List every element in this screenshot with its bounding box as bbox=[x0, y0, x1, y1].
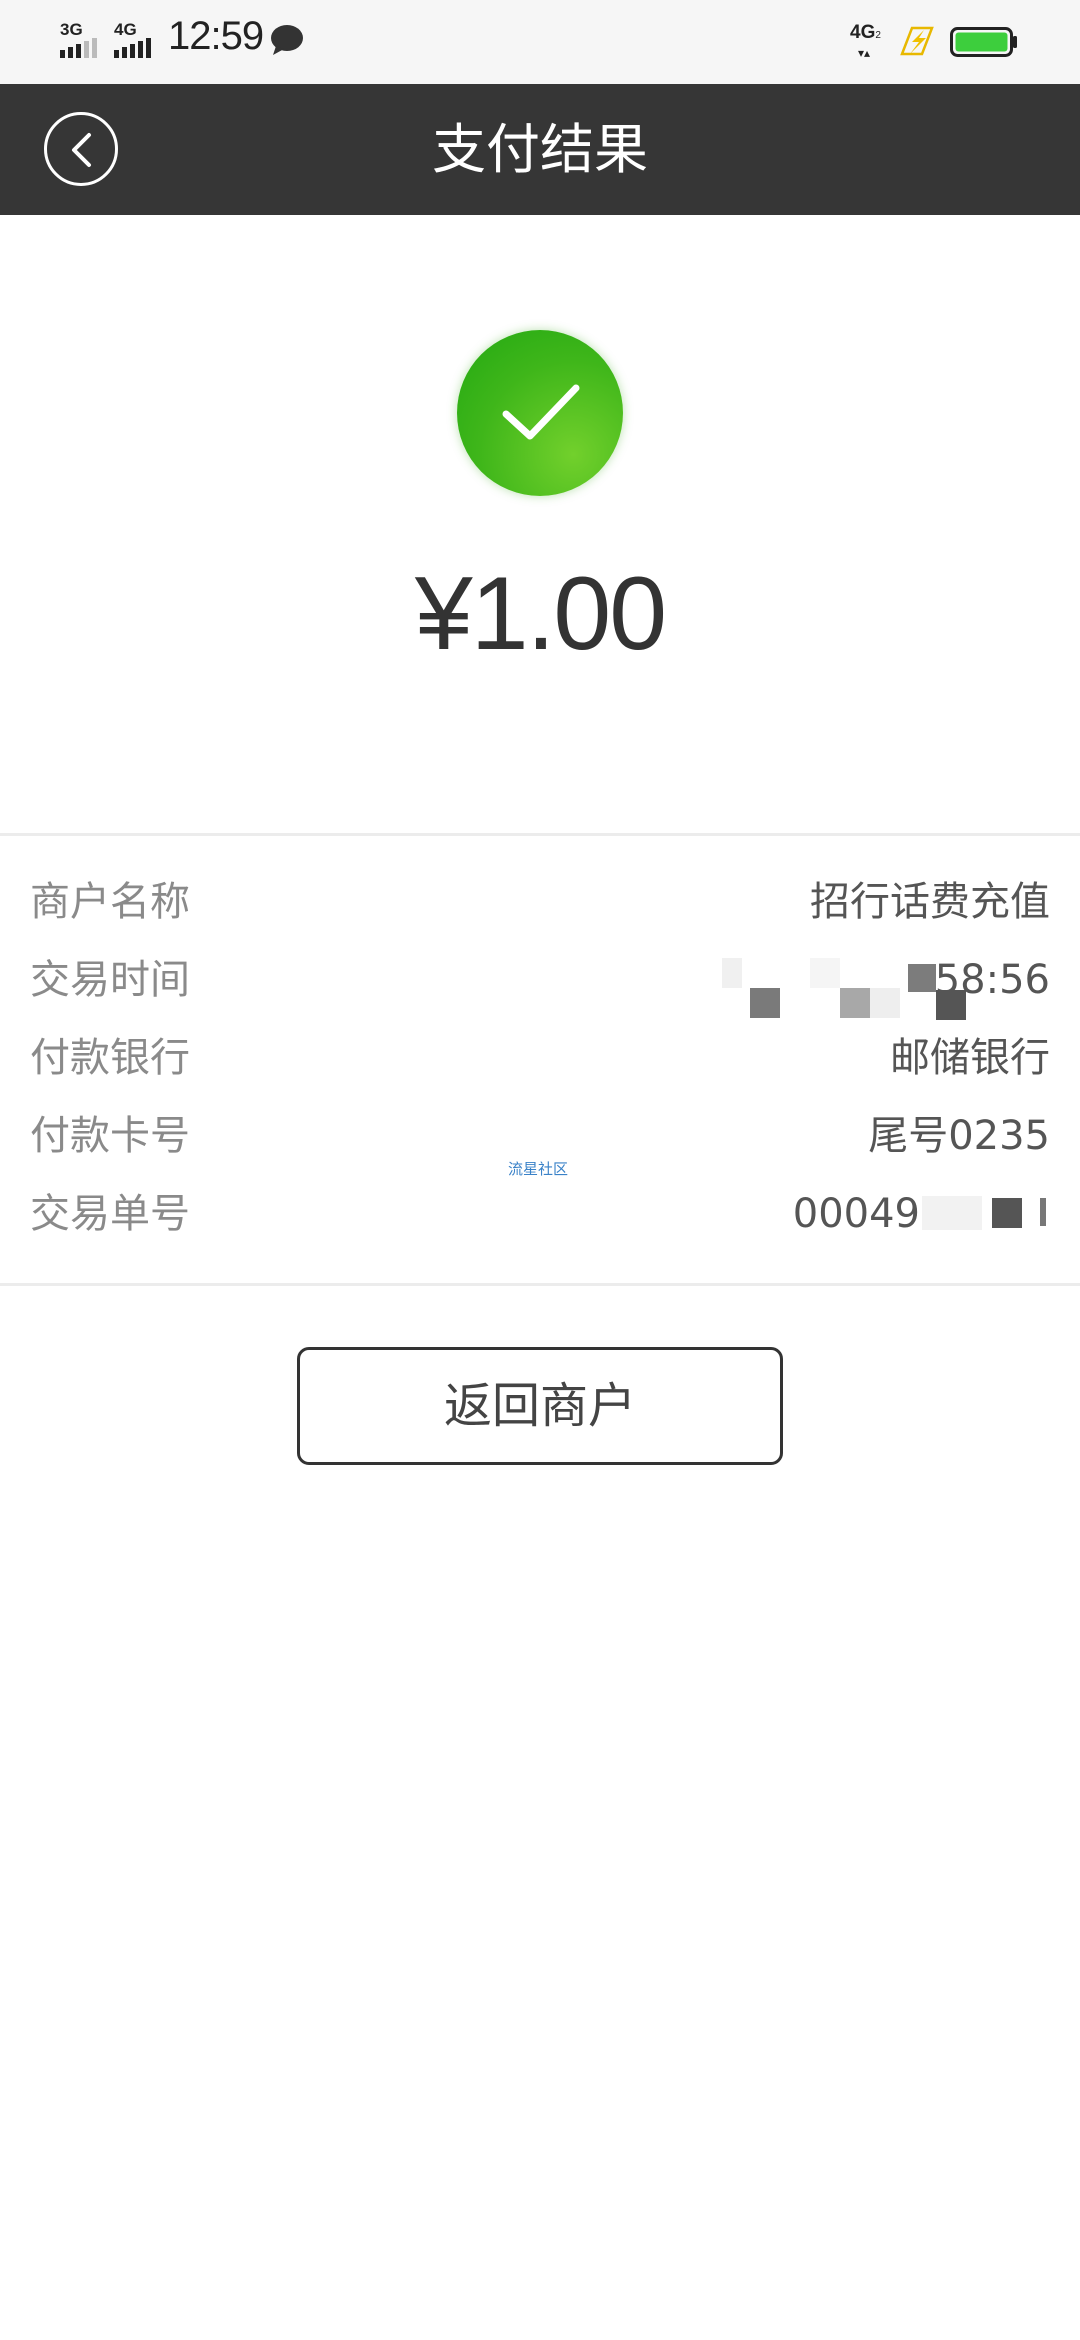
return-merchant-button[interactable]: 返回商户 bbox=[297, 1347, 783, 1465]
detail-row-merchant: 商户名称 招行话费充值 bbox=[0, 863, 1080, 941]
redaction-block bbox=[722, 958, 742, 988]
redaction-block bbox=[750, 988, 780, 1018]
redaction-block bbox=[810, 958, 840, 988]
network-type-icon: 4G2 bbox=[850, 22, 881, 43]
back-button[interactable] bbox=[44, 112, 118, 186]
redaction-block bbox=[908, 964, 936, 992]
detail-label: 付款银行 bbox=[30, 1035, 190, 1081]
payment-amount: ¥1.00 bbox=[414, 556, 667, 672]
status-bar: 3G 4G 12:59 4G2 ▾▴ bbox=[0, 0, 1080, 84]
header-bar: 支付结果 bbox=[0, 84, 1080, 215]
redaction-block bbox=[922, 1196, 982, 1230]
chat-notification-icon bbox=[271, 25, 303, 55]
divider-top bbox=[0, 833, 1080, 836]
detail-value: 招行话费充值 bbox=[810, 879, 1050, 925]
data-arrows-icon: ▾▴ bbox=[858, 46, 871, 60]
battery-icon bbox=[950, 27, 1018, 57]
status-time: 12:59 bbox=[168, 14, 264, 58]
redaction-block bbox=[992, 1198, 1022, 1228]
redaction-block bbox=[870, 988, 900, 1018]
redaction-block bbox=[840, 988, 870, 1018]
detail-label: 付款卡号 bbox=[30, 1113, 190, 1159]
detail-value: 尾号0235 bbox=[868, 1113, 1050, 1159]
redaction-block bbox=[936, 990, 966, 1020]
redaction-block bbox=[1040, 1198, 1046, 1226]
success-check-icon bbox=[457, 330, 623, 496]
chevron-left-icon bbox=[72, 133, 91, 167]
detail-value: 00049 bbox=[792, 1191, 920, 1237]
page-title: 支付结果 bbox=[432, 118, 648, 181]
divider-bottom bbox=[0, 1283, 1080, 1286]
charging-bolt-icon bbox=[900, 26, 934, 56]
detail-label: 商户名称 bbox=[30, 879, 190, 925]
detail-row-order: 交易单号 00049 bbox=[0, 1175, 1080, 1253]
watermark-text: 流星社区 bbox=[508, 1160, 569, 1178]
detail-value: 邮储银行 bbox=[890, 1035, 1050, 1081]
detail-label: 交易时间 bbox=[30, 957, 190, 1003]
sim1-signal-icon: 3G bbox=[58, 20, 108, 60]
sim2-signal-icon: 4G bbox=[112, 20, 162, 60]
detail-row-bank: 付款银行 邮储银行 bbox=[0, 1019, 1080, 1097]
detail-label: 交易单号 bbox=[30, 1191, 190, 1237]
